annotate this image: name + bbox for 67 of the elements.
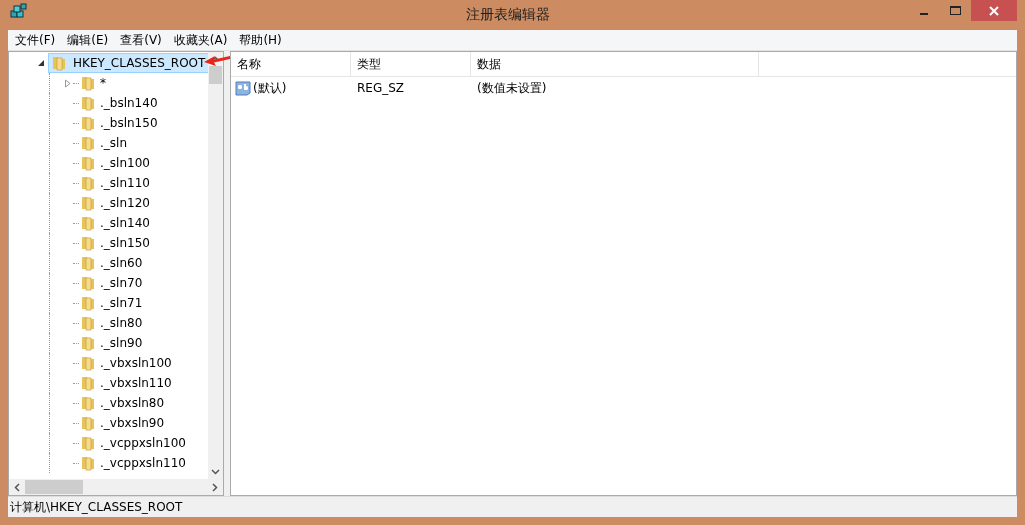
folder-icon: [80, 415, 96, 431]
folder-icon: [80, 295, 96, 311]
status-bar: 计算机\HKEY_CLASSES_ROOT: [8, 496, 1017, 517]
scroll-down-icon[interactable]: [211, 469, 220, 475]
horizontal-scrollbar[interactable]: [9, 479, 223, 495]
menu-item[interactable]: 收藏夹(A): [168, 31, 233, 49]
tree-item[interactable]: ._vcppxsln100: [100, 436, 186, 450]
folder-icon: [51, 55, 67, 71]
tree-item[interactable]: ._sln110: [100, 176, 150, 190]
tree-item[interactable]: ._sln150: [100, 236, 150, 250]
expand-arrow-icon[interactable]: [37, 59, 45, 67]
folder-icon: [80, 215, 96, 231]
tree-item[interactable]: ._vcppxsln110: [100, 456, 186, 470]
folder-icon: [80, 75, 96, 91]
tree-item[interactable]: ._vbxsln90: [100, 416, 165, 430]
tree-item[interactable]: ._bsln140: [100, 96, 158, 110]
tree-item[interactable]: ._sln60: [100, 256, 143, 270]
folder-icon: [80, 355, 96, 371]
folder-icon: [80, 255, 96, 271]
column-header[interactable]: 类型: [351, 52, 471, 76]
folder-icon: [80, 135, 96, 151]
tree-item[interactable]: ._sln: [100, 136, 127, 150]
tree-item[interactable]: ._bsln150: [100, 116, 158, 130]
folder-icon: [80, 195, 96, 211]
tree-item[interactable]: HKEY_CLASSES_ROOT: [48, 53, 208, 73]
folder-icon: [80, 115, 96, 131]
folder-icon: [80, 395, 96, 411]
tree-item[interactable]: ._vbxsln110: [100, 376, 172, 390]
window-title: 注册表编辑器: [465, 6, 551, 24]
menu-item[interactable]: 编辑(E): [62, 31, 114, 49]
folder-icon: [80, 315, 96, 331]
folder-icon: [80, 175, 96, 191]
scroll-left-icon[interactable]: [14, 482, 20, 492]
tree-item[interactable]: ._sln140: [100, 216, 150, 230]
folder-icon: [80, 95, 96, 111]
folder-icon: [80, 435, 96, 451]
string-value-icon: [235, 80, 251, 96]
scroll-right-icon[interactable]: [212, 482, 218, 492]
scrollbar-thumb[interactable]: [209, 66, 222, 84]
folder-icon: [80, 275, 96, 291]
tree-item[interactable]: ._sln100: [100, 156, 150, 170]
tree-item[interactable]: ._vbxsln100: [100, 356, 172, 370]
close-button[interactable]: [971, 0, 1017, 21]
folder-icon: [80, 375, 96, 391]
tree-item[interactable]: ._vbxsln80: [100, 396, 165, 410]
annotation-arrow: [204, 54, 230, 66]
tree-item[interactable]: *: [100, 76, 106, 90]
folder-icon: [80, 455, 96, 471]
registry-cubes-icon: [10, 3, 28, 21]
value-type: REG_SZ: [356, 81, 406, 95]
folder-icon: [80, 335, 96, 351]
tree-item[interactable]: ._sln90: [100, 336, 143, 350]
column-header[interactable]: 数据: [471, 52, 759, 76]
value-name[interactable]: (默认): [253, 79, 287, 97]
scrollbar-thumb[interactable]: [25, 480, 83, 494]
column-header[interactable]: 名称: [231, 52, 351, 76]
folder-icon: [80, 235, 96, 251]
tree-item[interactable]: ._sln120: [100, 196, 150, 210]
value-data: (数值未设置): [476, 79, 548, 97]
menu-item[interactable]: 查看(V): [115, 31, 167, 49]
menu-item[interactable]: 文件(F): [10, 31, 61, 49]
tree-item[interactable]: ._sln71: [100, 296, 143, 310]
tree-item[interactable]: ._sln80: [100, 316, 143, 330]
close-icon: [988, 4, 1000, 17]
menu-item[interactable]: 帮助(H): [234, 31, 287, 49]
folder-icon: [80, 155, 96, 171]
tree-item[interactable]: ._sln70: [100, 276, 143, 290]
